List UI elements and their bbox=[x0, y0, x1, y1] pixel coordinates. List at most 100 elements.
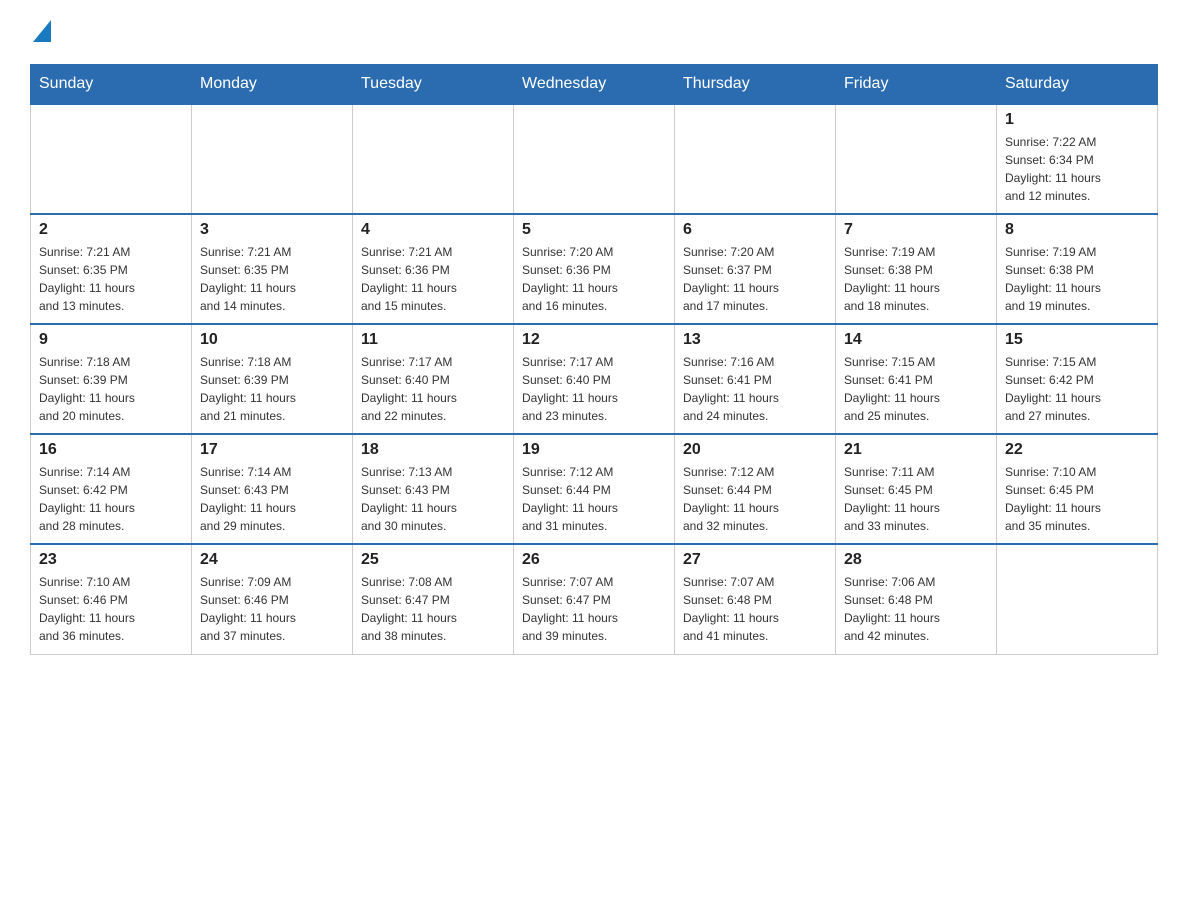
day-info: Sunrise: 7:16 AM Sunset: 6:41 PM Dayligh… bbox=[683, 353, 827, 425]
day-info: Sunrise: 7:13 AM Sunset: 6:43 PM Dayligh… bbox=[361, 463, 505, 535]
day-info: Sunrise: 7:14 AM Sunset: 6:43 PM Dayligh… bbox=[200, 463, 344, 535]
day-info: Sunrise: 7:18 AM Sunset: 6:39 PM Dayligh… bbox=[200, 353, 344, 425]
day-number: 10 bbox=[200, 331, 344, 349]
calendar-cell: 12 Sunrise: 7:17 AM Sunset: 6:40 PM Dayli… bbox=[514, 324, 675, 434]
day-number: 20 bbox=[683, 441, 827, 459]
calendar-cell: 1 Sunrise: 7:22 AM Sunset: 6:34 PM Daylig… bbox=[997, 104, 1158, 214]
day-number: 15 bbox=[1005, 331, 1149, 349]
calendar-cell: 7 Sunrise: 7:19 AM Sunset: 6:38 PM Daylig… bbox=[836, 214, 997, 324]
day-info: Sunrise: 7:21 AM Sunset: 6:35 PM Dayligh… bbox=[39, 243, 183, 315]
calendar-week-row: 23 Sunrise: 7:10 AM Sunset: 6:46 PM Dayli… bbox=[31, 544, 1158, 654]
day-info: Sunrise: 7:09 AM Sunset: 6:46 PM Dayligh… bbox=[200, 573, 344, 645]
calendar-cell bbox=[675, 104, 836, 214]
day-number: 2 bbox=[39, 221, 183, 239]
calendar-cell: 2 Sunrise: 7:21 AM Sunset: 6:35 PM Daylig… bbox=[31, 214, 192, 324]
calendar-cell: 13 Sunrise: 7:16 AM Sunset: 6:41 PM Dayli… bbox=[675, 324, 836, 434]
day-number: 14 bbox=[844, 331, 988, 349]
day-number: 25 bbox=[361, 551, 505, 569]
calendar-week-row: 1 Sunrise: 7:22 AM Sunset: 6:34 PM Daylig… bbox=[31, 104, 1158, 214]
calendar-cell bbox=[192, 104, 353, 214]
page-header bbox=[30, 20, 1158, 44]
day-number: 13 bbox=[683, 331, 827, 349]
day-info: Sunrise: 7:19 AM Sunset: 6:38 PM Dayligh… bbox=[844, 243, 988, 315]
day-number: 22 bbox=[1005, 441, 1149, 459]
calendar-cell: 16 Sunrise: 7:14 AM Sunset: 6:42 PM Dayli… bbox=[31, 434, 192, 544]
day-number: 3 bbox=[200, 221, 344, 239]
calendar-week-row: 2 Sunrise: 7:21 AM Sunset: 6:35 PM Daylig… bbox=[31, 214, 1158, 324]
calendar-cell: 28 Sunrise: 7:06 AM Sunset: 6:48 PM Dayli… bbox=[836, 544, 997, 654]
col-tuesday: Tuesday bbox=[353, 65, 514, 105]
day-info: Sunrise: 7:08 AM Sunset: 6:47 PM Dayligh… bbox=[361, 573, 505, 645]
calendar-header-row: Sunday Monday Tuesday Wednesday Thursday… bbox=[31, 65, 1158, 105]
day-number: 17 bbox=[200, 441, 344, 459]
calendar-cell: 3 Sunrise: 7:21 AM Sunset: 6:35 PM Daylig… bbox=[192, 214, 353, 324]
day-info: Sunrise: 7:17 AM Sunset: 6:40 PM Dayligh… bbox=[361, 353, 505, 425]
calendar-cell bbox=[31, 104, 192, 214]
day-number: 6 bbox=[683, 221, 827, 239]
calendar-cell: 9 Sunrise: 7:18 AM Sunset: 6:39 PM Daylig… bbox=[31, 324, 192, 434]
logo-triangle-icon bbox=[33, 20, 51, 42]
col-saturday: Saturday bbox=[997, 65, 1158, 105]
col-monday: Monday bbox=[192, 65, 353, 105]
calendar-cell bbox=[997, 544, 1158, 654]
day-info: Sunrise: 7:06 AM Sunset: 6:48 PM Dayligh… bbox=[844, 573, 988, 645]
day-info: Sunrise: 7:07 AM Sunset: 6:47 PM Dayligh… bbox=[522, 573, 666, 645]
day-info: Sunrise: 7:12 AM Sunset: 6:44 PM Dayligh… bbox=[522, 463, 666, 535]
day-number: 19 bbox=[522, 441, 666, 459]
calendar-cell bbox=[353, 104, 514, 214]
calendar-cell bbox=[836, 104, 997, 214]
day-number: 18 bbox=[361, 441, 505, 459]
logo bbox=[30, 20, 51, 44]
calendar-cell: 22 Sunrise: 7:10 AM Sunset: 6:45 PM Dayli… bbox=[997, 434, 1158, 544]
col-sunday: Sunday bbox=[31, 65, 192, 105]
calendar-cell: 27 Sunrise: 7:07 AM Sunset: 6:48 PM Dayli… bbox=[675, 544, 836, 654]
calendar-cell: 23 Sunrise: 7:10 AM Sunset: 6:46 PM Dayli… bbox=[31, 544, 192, 654]
calendar-cell: 8 Sunrise: 7:19 AM Sunset: 6:38 PM Daylig… bbox=[997, 214, 1158, 324]
calendar-cell: 10 Sunrise: 7:18 AM Sunset: 6:39 PM Dayli… bbox=[192, 324, 353, 434]
day-info: Sunrise: 7:10 AM Sunset: 6:45 PM Dayligh… bbox=[1005, 463, 1149, 535]
calendar-table: Sunday Monday Tuesday Wednesday Thursday… bbox=[30, 64, 1158, 655]
calendar-cell: 17 Sunrise: 7:14 AM Sunset: 6:43 PM Dayli… bbox=[192, 434, 353, 544]
day-info: Sunrise: 7:21 AM Sunset: 6:36 PM Dayligh… bbox=[361, 243, 505, 315]
day-number: 27 bbox=[683, 551, 827, 569]
day-number: 1 bbox=[1005, 111, 1149, 129]
calendar-cell: 6 Sunrise: 7:20 AM Sunset: 6:37 PM Daylig… bbox=[675, 214, 836, 324]
col-wednesday: Wednesday bbox=[514, 65, 675, 105]
calendar-cell: 21 Sunrise: 7:11 AM Sunset: 6:45 PM Dayli… bbox=[836, 434, 997, 544]
day-number: 21 bbox=[844, 441, 988, 459]
day-info: Sunrise: 7:19 AM Sunset: 6:38 PM Dayligh… bbox=[1005, 243, 1149, 315]
col-thursday: Thursday bbox=[675, 65, 836, 105]
day-info: Sunrise: 7:14 AM Sunset: 6:42 PM Dayligh… bbox=[39, 463, 183, 535]
day-number: 16 bbox=[39, 441, 183, 459]
day-number: 8 bbox=[1005, 221, 1149, 239]
day-info: Sunrise: 7:17 AM Sunset: 6:40 PM Dayligh… bbox=[522, 353, 666, 425]
day-info: Sunrise: 7:22 AM Sunset: 6:34 PM Dayligh… bbox=[1005, 133, 1149, 205]
calendar-cell: 26 Sunrise: 7:07 AM Sunset: 6:47 PM Dayli… bbox=[514, 544, 675, 654]
day-info: Sunrise: 7:20 AM Sunset: 6:37 PM Dayligh… bbox=[683, 243, 827, 315]
day-info: Sunrise: 7:15 AM Sunset: 6:42 PM Dayligh… bbox=[1005, 353, 1149, 425]
calendar-cell: 18 Sunrise: 7:13 AM Sunset: 6:43 PM Dayli… bbox=[353, 434, 514, 544]
day-number: 28 bbox=[844, 551, 988, 569]
day-number: 26 bbox=[522, 551, 666, 569]
day-info: Sunrise: 7:07 AM Sunset: 6:48 PM Dayligh… bbox=[683, 573, 827, 645]
calendar-week-row: 16 Sunrise: 7:14 AM Sunset: 6:42 PM Dayli… bbox=[31, 434, 1158, 544]
day-info: Sunrise: 7:18 AM Sunset: 6:39 PM Dayligh… bbox=[39, 353, 183, 425]
day-number: 12 bbox=[522, 331, 666, 349]
day-number: 9 bbox=[39, 331, 183, 349]
day-number: 23 bbox=[39, 551, 183, 569]
calendar-cell: 14 Sunrise: 7:15 AM Sunset: 6:41 PM Dayli… bbox=[836, 324, 997, 434]
day-info: Sunrise: 7:15 AM Sunset: 6:41 PM Dayligh… bbox=[844, 353, 988, 425]
calendar-cell: 15 Sunrise: 7:15 AM Sunset: 6:42 PM Dayli… bbox=[997, 324, 1158, 434]
day-number: 24 bbox=[200, 551, 344, 569]
calendar-cell: 5Sunrise: 7:20 AM Sunset: 6:36 PM Daylig… bbox=[514, 214, 675, 324]
day-number: 4 bbox=[361, 221, 505, 239]
day-info: Sunrise: 7:21 AM Sunset: 6:35 PM Dayligh… bbox=[200, 243, 344, 315]
day-info: Sunrise: 7:12 AM Sunset: 6:44 PM Dayligh… bbox=[683, 463, 827, 535]
day-number: 7 bbox=[844, 221, 988, 239]
day-info: Sunrise: 7:11 AM Sunset: 6:45 PM Dayligh… bbox=[844, 463, 988, 535]
calendar-week-row: 9 Sunrise: 7:18 AM Sunset: 6:39 PM Daylig… bbox=[31, 324, 1158, 434]
day-info: Sunrise: 7:10 AM Sunset: 6:46 PM Dayligh… bbox=[39, 573, 183, 645]
day-number: 11 bbox=[361, 331, 505, 349]
day-number: 5 bbox=[522, 221, 666, 239]
col-friday: Friday bbox=[836, 65, 997, 105]
